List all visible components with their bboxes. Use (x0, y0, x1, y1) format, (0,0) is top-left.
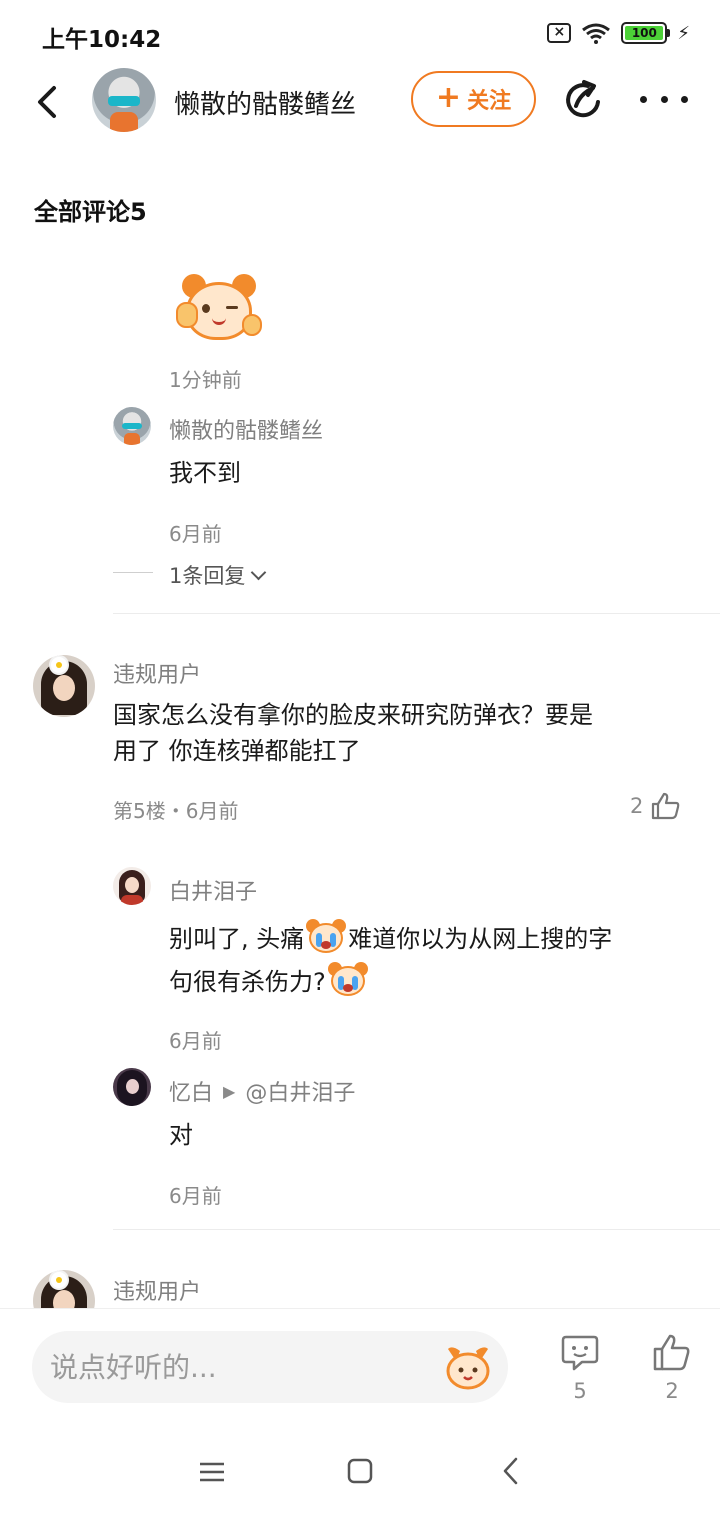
comments-button[interactable]: 5 (550, 1333, 610, 1413)
dot-icon (681, 95, 688, 103)
comment-input[interactable] (50, 1331, 440, 1403)
comment-like-count: 2 (630, 794, 644, 818)
share-icon (566, 80, 600, 118)
divider (113, 613, 720, 614)
comment-time: 1分钟前 (169, 368, 242, 392)
sticker-thumbs-up-wink (176, 274, 262, 344)
reply-author[interactable]: 忆白 (169, 1075, 213, 1107)
dot-icon (660, 95, 668, 103)
author-avatar[interactable] (92, 68, 156, 132)
reply-time: 6月前 (169, 1029, 222, 1053)
bottom-action-bar: 5 2 (0, 1308, 720, 1424)
thumbs-up-icon (652, 792, 680, 820)
wifi-icon (581, 22, 611, 44)
reply-text-line2: 句很有杀伤力? (169, 961, 370, 1003)
comments-section-title: 全部评论5 (34, 198, 147, 226)
plus-icon: + (435, 79, 462, 115)
reply-time: 6月前 (169, 522, 222, 546)
comment-author[interactable]: 违规用户 (113, 1274, 201, 1306)
emoji-picker-button[interactable] (442, 1343, 494, 1391)
reply-to-mention[interactable]: @白井泪子 (245, 1075, 355, 1107)
comment-input-container[interactable] (32, 1331, 508, 1403)
battery-level: 100 (625, 26, 664, 40)
reply-text: 对 (169, 1121, 193, 1149)
more-options-button[interactable] (640, 84, 688, 114)
crying-sticker-icon (327, 962, 368, 998)
home-square-icon (347, 1458, 373, 1484)
dot-icon (640, 95, 647, 103)
battery-icon: 100 (621, 22, 671, 44)
chevron-down-icon (251, 564, 267, 580)
reply-to-arrow-icon: ▶ (223, 1081, 236, 1101)
status-bar: 上午10:42 × 100 ⚡ (0, 0, 720, 68)
reply-text-part: 别叫了, 头痛 (169, 925, 305, 953)
reply-author[interactable]: 白井泪子 (169, 874, 257, 906)
share-button[interactable] (562, 78, 606, 122)
like-button[interactable]: 2 (642, 1333, 702, 1413)
reply-text-part: 难道你以为从网上搜的字 (348, 925, 613, 953)
menu-icon (200, 1462, 224, 1482)
commenter-avatar[interactable] (33, 655, 95, 717)
back-button[interactable] (28, 80, 68, 124)
reply-text-part: 句很有杀伤力? (169, 968, 326, 996)
reply-avatar[interactable] (113, 1068, 151, 1106)
author-username[interactable]: 懒散的骷髅鳍丝 (174, 84, 356, 121)
top-nav: 懒散的骷髅鳍丝 + 关注 (0, 62, 720, 138)
comment-meta: 第5楼・6月前 (113, 799, 239, 823)
reply-author[interactable]: 懒散的骷髅鳍丝 (169, 413, 323, 445)
reply-time: 6月前 (169, 1184, 222, 1208)
reply-line (113, 572, 153, 573)
reply-count-label: 1条回复 (169, 564, 246, 588)
status-time: 上午10:42 (42, 27, 162, 53)
reply-avatar[interactable] (113, 407, 151, 445)
like-count: 2 (665, 1379, 679, 1403)
follow-button[interactable]: + 关注 (411, 71, 536, 127)
back-chevron-icon (503, 1457, 518, 1485)
crying-sticker-icon (306, 919, 347, 955)
thumbs-up-icon (653, 1334, 690, 1371)
home-button[interactable] (340, 1454, 380, 1490)
reply-header: 忆白 ▶ @白井泪子 (169, 1075, 355, 1107)
back-arrow-icon (38, 86, 56, 118)
no-sim-icon: × (547, 23, 572, 43)
expand-replies-button[interactable]: 1条回复 (169, 560, 267, 590)
reply-text-line1: 别叫了, 头痛 难道你以为从网上搜的字 (169, 918, 612, 960)
divider (113, 1229, 720, 1230)
comment-count: 5 (573, 1379, 587, 1403)
recents-button[interactable] (192, 1454, 232, 1490)
charging-icon: ⚡ (677, 22, 690, 44)
follow-label: 关注 (467, 89, 512, 114)
sticker-emoji-icon (446, 1347, 490, 1390)
comment-like-button[interactable]: 2 (630, 792, 681, 820)
system-navigation-bar (0, 1424, 720, 1520)
comment-author[interactable]: 违规用户 (113, 657, 201, 689)
comment-text-line2: 用了 你连核弹都能扛了 (113, 737, 361, 765)
system-back-button[interactable] (492, 1454, 532, 1490)
reply-text: 我不到 (169, 459, 241, 487)
reply-avatar[interactable] (113, 867, 151, 905)
status-icons: × 100 ⚡ (547, 22, 690, 44)
comment-bubble-icon (561, 1335, 599, 1371)
